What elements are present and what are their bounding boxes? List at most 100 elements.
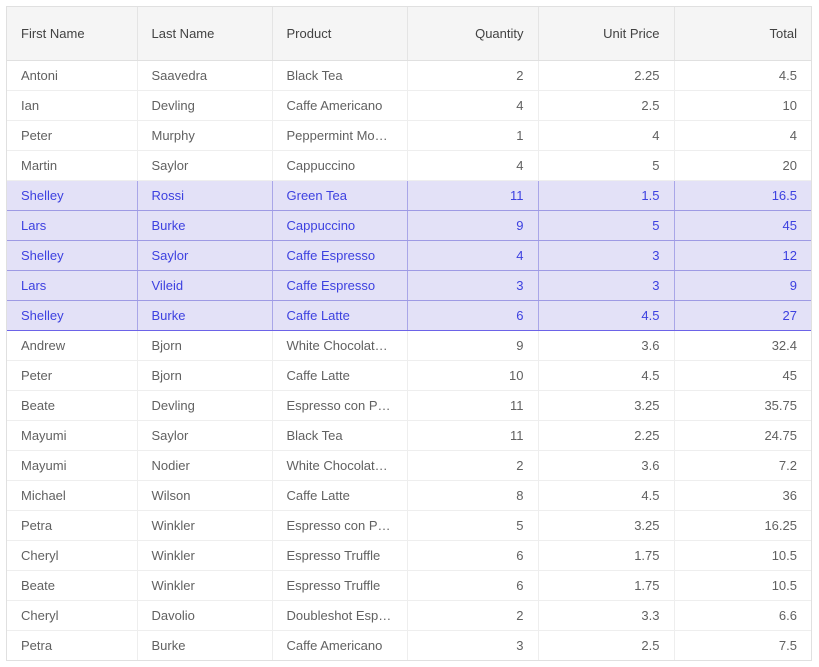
cell-first-name[interactable]: Peter bbox=[7, 360, 138, 391]
cell-quantity[interactable]: 6 bbox=[407, 300, 539, 331]
cell-product[interactable]: Caffe Americano bbox=[272, 630, 408, 660]
table-row[interactable]: MayumiNodierWhite Chocolate Mocha23.67.2 bbox=[7, 450, 811, 481]
cell-unit-price[interactable]: 3.25 bbox=[538, 510, 675, 541]
cell-total[interactable]: 20 bbox=[674, 150, 811, 181]
cell-total[interactable]: 9 bbox=[674, 270, 811, 301]
cell-unit-price[interactable]: 4.5 bbox=[538, 300, 675, 331]
cell-product[interactable]: Green Tea bbox=[272, 179, 408, 211]
cell-product[interactable]: Caffe Espresso bbox=[272, 240, 408, 271]
cell-product[interactable]: Espresso Truffle bbox=[272, 540, 408, 571]
cell-total[interactable]: 7.5 bbox=[674, 630, 811, 660]
cell-total[interactable]: 7.2 bbox=[674, 450, 811, 481]
column-header-total[interactable]: Total bbox=[674, 7, 811, 61]
cell-first-name[interactable]: Ian bbox=[7, 90, 138, 121]
cell-product[interactable]: White Chocolate Mocha bbox=[272, 330, 408, 361]
table-row[interactable]: Lars Vileid Caffe Espresso 3 3 9 bbox=[7, 270, 811, 301]
table-row[interactable]: Shelley Rossi Green Tea 11 1.5 16.5 bbox=[7, 179, 811, 211]
cell-first-name[interactable]: Mayumi bbox=[7, 420, 138, 451]
cell-quantity[interactable]: 11 bbox=[407, 390, 539, 421]
cell-total[interactable]: 45 bbox=[674, 360, 811, 391]
cell-last-name[interactable]: Burke bbox=[137, 300, 273, 331]
cell-unit-price[interactable]: 2.25 bbox=[538, 420, 675, 451]
cell-product[interactable]: Black Tea bbox=[272, 60, 408, 91]
cell-total[interactable]: 16.5 bbox=[674, 179, 811, 211]
table-row[interactable]: PeterMurphyPeppermint Mocha Twist144 bbox=[7, 120, 811, 151]
cell-unit-price[interactable]: 3.25 bbox=[538, 390, 675, 421]
cell-first-name[interactable]: Petra bbox=[7, 630, 138, 660]
table-row[interactable]: Mayumi Saylor Black Tea 11 2.25 24.75 bbox=[7, 420, 811, 451]
cell-product[interactable]: Caffe Latte bbox=[272, 480, 408, 511]
table-row[interactable]: Shelley Burke Caffe Latte 6 4.5 27 bbox=[7, 300, 811, 331]
cell-product[interactable]: Caffe Latte bbox=[272, 360, 408, 391]
cell-unit-price[interactable]: 4.5 bbox=[538, 360, 675, 391]
cell-last-name[interactable]: Bjorn bbox=[137, 330, 273, 361]
cell-total[interactable]: 32.4 bbox=[674, 330, 811, 361]
cell-product[interactable]: Peppermint Mocha Twist bbox=[272, 120, 408, 151]
table-row[interactable]: Beate Winkler Espresso Truffle 6 1.75 10.5 bbox=[7, 570, 811, 601]
cell-total[interactable]: 36 bbox=[674, 480, 811, 511]
cell-unit-price[interactable]: 3.3 bbox=[538, 600, 675, 631]
cell-total[interactable]: 24.75 bbox=[674, 420, 811, 451]
cell-product[interactable]: Caffe Espresso bbox=[272, 270, 408, 301]
cell-unit-price[interactable]: 3 bbox=[538, 240, 675, 271]
cell-first-name[interactable]: Shelley bbox=[7, 240, 138, 271]
table-row[interactable]: Antoni Saavedra Black Tea 2 2.25 4.5 bbox=[7, 60, 811, 91]
column-header-quantity[interactable]: Quantity bbox=[407, 7, 539, 61]
cell-total[interactable]: 45 bbox=[674, 210, 811, 241]
cell-first-name[interactable]: Michael bbox=[7, 480, 138, 511]
cell-quantity[interactable]: 2 bbox=[407, 450, 539, 481]
cell-last-name[interactable]: Saylor bbox=[137, 150, 273, 181]
cell-total[interactable]: 16.25 bbox=[674, 510, 811, 541]
table-row[interactable]: Shelley Saylor Caffe Espresso 4 3 12 bbox=[7, 240, 811, 271]
table-row[interactable]: Cheryl Winkler Espresso Truffle 6 1.75 10.5 bbox=[7, 540, 811, 571]
cell-quantity[interactable]: 9 bbox=[407, 330, 539, 361]
cell-total[interactable]: 12 bbox=[674, 240, 811, 271]
cell-total[interactable]: 6.6 bbox=[674, 600, 811, 631]
cell-last-name[interactable]: Rossi bbox=[137, 179, 273, 211]
cell-quantity[interactable]: 3 bbox=[407, 270, 539, 301]
cell-unit-price[interactable]: 1.75 bbox=[538, 540, 675, 571]
cell-unit-price[interactable]: 3 bbox=[538, 270, 675, 301]
cell-last-name[interactable]: Murphy bbox=[137, 120, 273, 151]
cell-total[interactable]: 10.5 bbox=[674, 540, 811, 571]
table-row[interactable]: Ian Devling Caffe Americano 4 2.5 10 bbox=[7, 90, 811, 121]
column-header-last-name[interactable]: Last Name bbox=[137, 7, 273, 61]
cell-product[interactable]: Espresso con Panna bbox=[272, 510, 408, 541]
cell-product[interactable]: White Chocolate Mocha bbox=[272, 450, 408, 481]
cell-first-name[interactable]: Shelley bbox=[7, 300, 138, 331]
cell-quantity[interactable]: 9 bbox=[407, 210, 539, 241]
table-row[interactable]: Petra Burke Caffe Americano 3 2.5 7.5 bbox=[7, 630, 811, 660]
cell-total[interactable]: 4.5 bbox=[674, 60, 811, 91]
cell-last-name[interactable]: Saylor bbox=[137, 420, 273, 451]
cell-unit-price[interactable]: 3.6 bbox=[538, 450, 675, 481]
cell-unit-price[interactable]: 2.5 bbox=[538, 630, 675, 660]
cell-total[interactable]: 27 bbox=[674, 300, 811, 331]
cell-total[interactable]: 10 bbox=[674, 90, 811, 121]
column-header-unit-price[interactable]: Unit Price bbox=[538, 7, 675, 61]
cell-unit-price[interactable]: 1.75 bbox=[538, 570, 675, 601]
cell-first-name[interactable]: Lars bbox=[7, 270, 138, 301]
cell-quantity[interactable]: 6 bbox=[407, 570, 539, 601]
table-row[interactable]: AndrewBjornWhite Chocolate Mocha93.632.4 bbox=[7, 330, 811, 361]
cell-first-name[interactable]: Cheryl bbox=[7, 600, 138, 631]
cell-first-name[interactable]: Antoni bbox=[7, 60, 138, 91]
cell-product[interactable]: Caffe Americano bbox=[272, 90, 408, 121]
cell-product[interactable]: Black Tea bbox=[272, 420, 408, 451]
cell-quantity[interactable]: 8 bbox=[407, 480, 539, 511]
column-header-product[interactable]: Product bbox=[272, 7, 408, 61]
cell-total[interactable]: 4 bbox=[674, 120, 811, 151]
cell-total[interactable]: 35.75 bbox=[674, 390, 811, 421]
cell-quantity[interactable]: 3 bbox=[407, 630, 539, 660]
table-row[interactable]: Lars Burke Cappuccino 9 5 45 bbox=[7, 210, 811, 241]
cell-last-name[interactable]: Davolio bbox=[137, 600, 273, 631]
table-row[interactable]: Martin Saylor Cappuccino 4 5 20 bbox=[7, 150, 811, 181]
cell-first-name[interactable]: Beate bbox=[7, 390, 138, 421]
table-row[interactable]: Cheryl Davolio Doubleshot Espresso 2 3.3 6.6 bbox=[7, 600, 811, 631]
cell-unit-price[interactable]: 2.25 bbox=[538, 60, 675, 91]
cell-last-name[interactable]: Burke bbox=[137, 210, 273, 241]
cell-first-name[interactable]: Cheryl bbox=[7, 540, 138, 571]
cell-quantity[interactable]: 5 bbox=[407, 510, 539, 541]
cell-quantity[interactable]: 4 bbox=[407, 150, 539, 181]
cell-first-name[interactable]: Lars bbox=[7, 210, 138, 241]
table-row[interactable]: Beate Devling Espresso con Panna 11 3.25 35.7… bbox=[7, 390, 811, 421]
